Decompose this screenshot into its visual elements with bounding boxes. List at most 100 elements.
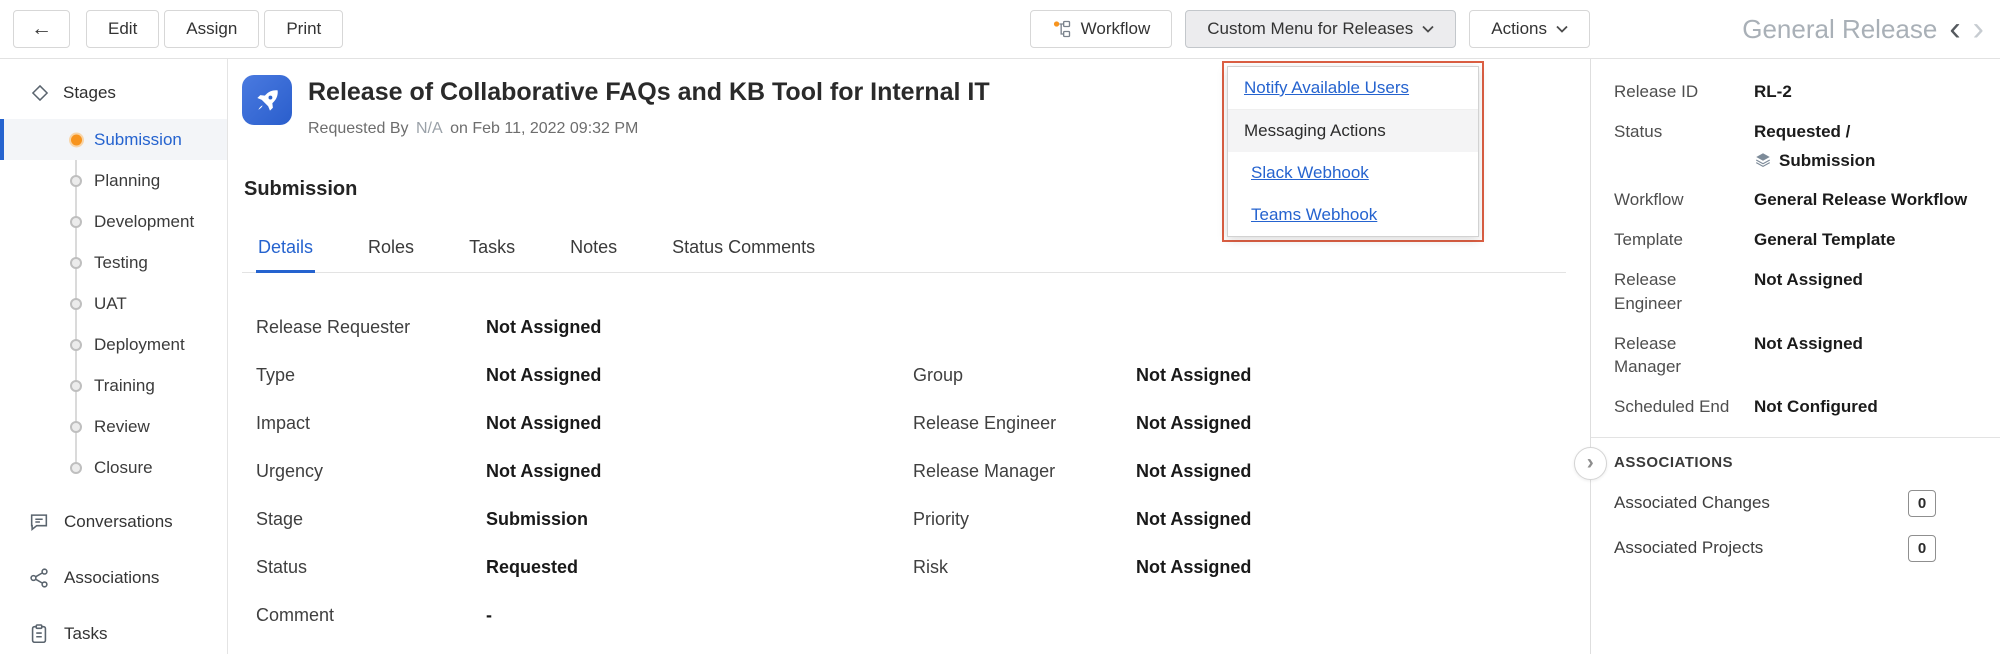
panel-divider [1591, 437, 2000, 438]
assign-button[interactable]: Assign [164, 10, 259, 48]
field-release-engineer: Release EngineerNot Assigned [913, 399, 1566, 447]
chevron-down-icon [1556, 25, 1568, 33]
stage-item-development[interactable]: Development [0, 201, 227, 242]
stage-dot [70, 462, 82, 474]
field-label: Risk [913, 557, 1136, 578]
property-label: Release ID [1614, 80, 1754, 104]
stage-item-submission[interactable]: Submission [0, 119, 227, 160]
associations-title: ASSOCIATIONS [1614, 454, 1733, 471]
record-nav: General Release ‹ › [1590, 14, 2000, 45]
stage-label: Submission [94, 130, 182, 150]
back-icon: ← [31, 17, 52, 41]
next-record-icon[interactable]: › [1973, 14, 1984, 44]
edit-button[interactable]: Edit [86, 10, 159, 48]
requested-on: on Feb 11, 2022 09:32 PM [450, 120, 638, 137]
requested-by-line: Requested By N/A on Feb 11, 2022 09:32 P… [308, 120, 990, 138]
field-status: StatusRequested [256, 543, 913, 591]
workflow-button[interactable]: Workflow [1030, 10, 1173, 48]
field-label: Release Requester [256, 317, 486, 338]
field-label: Release Manager [913, 461, 1136, 482]
property-label: Status [1614, 120, 1754, 144]
sidebar-item-label: Conversations [64, 512, 173, 532]
release-rocket-badge [242, 75, 292, 125]
field-value: Not Assigned [1136, 509, 1251, 530]
stage-label: Training [94, 376, 155, 396]
details-column-right: GroupNot Assigned Release EngineerNot As… [913, 351, 1566, 639]
stage-item-planning[interactable]: Planning [0, 160, 227, 201]
tab-roles[interactable]: Roles [366, 225, 416, 272]
stage-item-training[interactable]: Training [0, 365, 227, 406]
property-label: Release Engineer [1614, 268, 1754, 316]
back-button[interactable]: ← [13, 10, 70, 48]
stage-label: UAT [94, 294, 127, 314]
network-icon [28, 567, 50, 589]
left-sidebar: Stages Submission Planning Development T… [0, 59, 228, 654]
menu-item-messaging-actions[interactable]: Messaging Actions [1228, 110, 1478, 152]
stages-label: Stages [63, 83, 116, 103]
stage-label: Testing [94, 253, 148, 273]
associated-changes-label: Associated Changes [1614, 493, 1770, 513]
tab-status-comments[interactable]: Status Comments [670, 225, 817, 272]
stage-dot [70, 175, 82, 187]
stage-dot [70, 216, 82, 228]
stage-item-uat[interactable]: UAT [0, 283, 227, 324]
stage-item-deployment[interactable]: Deployment [0, 324, 227, 365]
associations-header: › ASSOCIATIONS [1614, 454, 1980, 471]
associated-changes-count[interactable]: 0 [1908, 490, 1936, 517]
previous-record-icon[interactable]: ‹ [1949, 14, 1960, 44]
stage-dot [70, 339, 82, 351]
details-column-left: Release Requester Not Assigned TypeNot As… [256, 303, 913, 639]
stage-dot-active [69, 132, 84, 147]
menu-item-teams-webhook[interactable]: Teams Webhook [1228, 194, 1478, 236]
field-value: Not Assigned [1136, 461, 1251, 482]
stage-label: Closure [94, 458, 153, 478]
stage-item-review[interactable]: Review [0, 406, 227, 447]
requested-by-label: Requested By [308, 120, 409, 137]
chevron-right-icon: › [1587, 451, 1595, 475]
chevron-down-icon [1422, 25, 1434, 33]
actions-button[interactable]: Actions [1469, 10, 1590, 48]
field-label: Status [256, 557, 486, 578]
tab-tasks[interactable]: Tasks [467, 225, 517, 272]
field-value: Not Assigned [1136, 413, 1251, 434]
workflow-icon [1052, 19, 1072, 39]
custom-menu-button[interactable]: Custom Menu for Releases [1185, 10, 1456, 48]
menu-item-slack-webhook[interactable]: Slack Webhook [1228, 152, 1478, 194]
app-window: ← Edit Assign Print Workflow Cust [0, 0, 2000, 654]
stage-dot [70, 421, 82, 433]
field-label: Comment [256, 605, 486, 626]
field-group: GroupNot Assigned [913, 351, 1566, 399]
sidebar-item-associations[interactable]: Associations [0, 550, 227, 606]
field-value: Not Assigned [1136, 557, 1251, 578]
tab-notes[interactable]: Notes [568, 225, 619, 272]
print-button[interactable]: Print [264, 10, 343, 48]
tab-details[interactable]: Details [256, 225, 315, 272]
property-label: Workflow [1614, 188, 1754, 212]
property-label: Template [1614, 228, 1754, 252]
requested-by-value: N/A [416, 120, 443, 137]
property-label: Release Manager [1614, 332, 1754, 380]
stage-label: Development [94, 212, 194, 232]
stage-item-closure[interactable]: Closure [0, 447, 227, 488]
sidebar-item-tasks[interactable]: Tasks [0, 606, 227, 654]
sidebar-item-label: Tasks [64, 624, 107, 644]
properties-panel: Release ID RL-2 Status Requested / Submi… [1590, 59, 2000, 654]
field-type: TypeNot Assigned [256, 351, 913, 399]
field-value: Not Assigned [486, 365, 601, 386]
field-impact: ImpactNot Assigned [256, 399, 913, 447]
sidebar-item-conversations[interactable]: Conversations [0, 494, 227, 550]
details-grid: Release Requester Not Assigned TypeNot As… [242, 303, 1566, 639]
collapse-panel-button[interactable]: › [1574, 447, 1607, 480]
field-value: Not Assigned [486, 413, 601, 434]
stage-list: Submission Planning Development Testing … [0, 119, 227, 488]
associated-projects-count[interactable]: 0 [1908, 535, 1936, 562]
property-value: RL-2 [1754, 80, 1792, 104]
associations-list: Associated Changes 0 Associated Projects… [1614, 481, 1980, 571]
field-stage: StageSubmission [256, 495, 913, 543]
actions-label: Actions [1491, 19, 1547, 39]
field-label: Impact [256, 413, 486, 434]
associated-changes-row: Associated Changes 0 [1614, 481, 1980, 526]
menu-item-notify-available-users[interactable]: Notify Available Users [1228, 67, 1478, 110]
property-value: General Template [1754, 228, 1895, 252]
stage-item-testing[interactable]: Testing [0, 242, 227, 283]
